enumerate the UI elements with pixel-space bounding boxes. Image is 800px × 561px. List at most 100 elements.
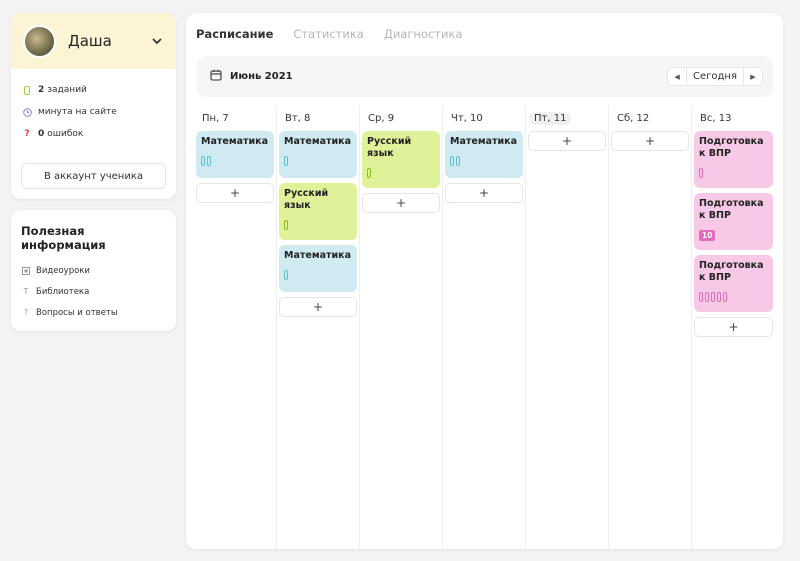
task-mark-icon [367,168,371,178]
task-mark-icon [450,156,454,166]
day-header: Сб, 12 [611,105,689,131]
grade-badge: 10 [699,230,716,241]
day-header: Вс, 13 [694,105,773,131]
lesson-card[interactable]: Подготовка к ВПР [694,255,773,312]
add-lesson-button[interactable]: + [611,131,689,151]
stat-errors: ? 0 ошибок [22,123,165,145]
day-label: Вт, 8 [285,112,311,124]
day-label: Ср, 9 [368,112,395,124]
lesson-card[interactable]: Русский язык [279,183,357,240]
day-column: Вт, 8 Математика Русский язык Математика + [277,105,360,549]
task-marks [284,220,351,230]
lesson-title: Математика [284,250,352,261]
info-title: Полезная информация [21,224,106,252]
day-column: Сб, 12 + [609,105,692,549]
stat-tasks: 2 заданий [22,79,165,101]
text-icon: T [23,287,29,296]
lesson-title: Подготовка к ВПР [699,198,764,221]
prev-arrow-icon[interactable]: ◀ [668,68,686,85]
info-item-label: Видеоуроки [36,265,90,276]
help-icon: ? [23,308,29,317]
task-marks [284,156,351,166]
day-header: Чт, 10 [445,105,523,131]
task-marks [450,156,517,166]
tab-diagnostics[interactable]: Диагностика [384,27,463,41]
task-marks [699,292,767,302]
lesson-card[interactable]: Математика [196,131,274,178]
lesson-card[interactable]: Подготовка к ВПР [694,131,773,188]
task-marks [284,270,351,280]
profile-stats: 2 заданий минута на сайте ? 0 ошибок [11,69,176,155]
date-navigation: ◀ Сегодня ▶ [667,67,763,86]
lesson-title: Подготовка к ВПР [699,136,764,159]
task-mark-icon [207,156,211,166]
today-button[interactable]: Сегодня [686,68,744,85]
profile-header[interactable]: Даша [11,13,176,69]
add-lesson-button[interactable]: + [694,317,773,337]
add-lesson-button[interactable]: + [279,297,357,317]
day-header: Вт, 8 [279,105,357,131]
task-icon [22,85,32,95]
info-item-library[interactable]: T Библиотека [21,281,166,302]
info-item-videos[interactable]: Видеоуроки [21,260,166,281]
question-icon: ? [24,129,30,139]
lesson-card[interactable]: Математика [445,131,523,178]
add-lesson-button[interactable]: + [445,183,523,203]
day-label: Вс, 13 [700,112,732,124]
task-mark-icon [456,156,460,166]
day-header: Пн, 7 [196,105,274,131]
calendar-icon[interactable] [210,69,222,84]
day-column: Вс, 13 Подготовка к ВПР Подготовка к ВПР 10… [692,105,775,549]
day-label: Сб, 12 [617,112,650,124]
next-arrow-icon[interactable]: ▶ [744,68,762,85]
task-marks [367,168,434,178]
profile-card: Даша 2 заданий минута на сайте ? 0 ошибо… [11,13,176,199]
add-lesson-button[interactable]: + [362,193,440,213]
task-marks [699,168,767,178]
stat-errors-value: 0 [38,129,45,139]
lesson-title: Русский язык [284,188,329,211]
task-marks [201,156,268,166]
task-mark-icon [717,292,721,302]
task-mark-icon [699,168,703,178]
sidebar: Даша 2 заданий минута на сайте ? 0 ошибо… [11,13,176,331]
lesson-card[interactable]: Подготовка к ВПР 10 [694,193,773,250]
day-column: Пт, 11 + [526,105,609,549]
week-grid: Пн, 7 Математика + Вт, 8 Математика Русский я… [194,105,775,549]
lesson-title: Подготовка к ВПР [699,260,764,283]
day-header: Ср, 9 [362,105,440,131]
task-mark-icon [284,220,288,230]
student-account-button[interactable]: В аккаунт ученика [21,163,166,189]
task-mark-icon [699,292,703,302]
task-mark-icon [723,292,727,302]
stat-time: минута на сайте [22,101,165,123]
tab-schedule[interactable]: Расписание [196,27,273,41]
video-icon [21,266,31,275]
task-mark-icon [284,270,288,280]
stat-tasks-value: 2 [38,85,45,95]
task-mark-icon [284,156,288,166]
stat-errors-label: ошибок [47,129,84,139]
day-label: Пн, 7 [202,112,229,124]
lesson-card[interactable]: Математика [279,131,357,178]
day-label: Чт, 10 [451,112,483,124]
clock-icon [22,107,32,117]
info-item-label: Библиотека [36,286,90,297]
lesson-title: Математика [201,136,269,147]
day-label: Пт, 11 [529,111,572,125]
lesson-title: Математика [450,136,518,147]
day-column: Ср, 9 Русский язык + [360,105,443,549]
tabs: Расписание Статистика Диагностика [196,27,462,41]
chevron-down-icon[interactable] [150,34,164,48]
profile-name: Даша [68,32,112,50]
lesson-card[interactable]: Русский язык [362,131,440,188]
day-header: Пт, 11 [528,105,606,131]
month-label[interactable]: Июнь 2021 [230,71,667,82]
lesson-card[interactable]: Математика [279,245,357,292]
add-lesson-button[interactable]: + [528,131,606,151]
day-column: Чт, 10 Математика + [443,105,526,549]
date-bar: Июнь 2021 ◀ Сегодня ▶ [196,56,773,97]
tab-statistics[interactable]: Статистика [293,27,363,41]
info-item-faq[interactable]: ? Вопросы и ответы [21,302,166,323]
add-lesson-button[interactable]: + [196,183,274,203]
